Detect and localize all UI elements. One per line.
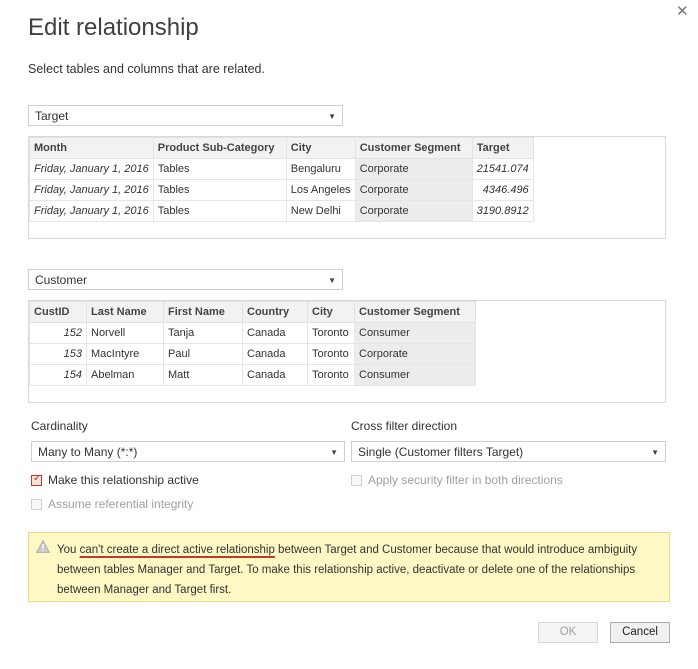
- table-cell: 153: [29, 343, 87, 365]
- column-header[interactable]: Product Sub-Category: [152, 137, 287, 159]
- table-row: Friday, January 1, 2016 Tables Los Angel…: [29, 179, 534, 201]
- table-cell: Corporate: [354, 179, 473, 201]
- table-cell: Friday, January 1, 2016: [29, 200, 154, 222]
- table-row: Friday, January 1, 2016 Tables New Delhi…: [29, 200, 534, 222]
- column-header[interactable]: Customer Segment: [354, 301, 476, 323]
- table1-grid: Month Product Sub-Category City Customer…: [29, 137, 534, 222]
- table-cell: Corporate: [354, 200, 473, 222]
- table-cell: Friday, January 1, 2016: [29, 179, 154, 201]
- table-cell: Canada: [242, 322, 308, 344]
- table-row: 152 Norvell Tanja Canada Toronto Consume…: [29, 322, 476, 344]
- warning-banner: You can't create a direct active relatio…: [28, 532, 670, 602]
- table-cell: 21541.074: [471, 158, 534, 180]
- chevron-down-icon: ▼: [328, 112, 336, 121]
- table-cell: Matt: [163, 364, 243, 386]
- table1-selected-value: Target: [35, 109, 69, 123]
- table-cell: Bengaluru: [285, 158, 356, 180]
- table-cell: Consumer: [354, 364, 476, 386]
- table-cell: Toronto: [307, 364, 355, 386]
- table-cell: 154: [29, 364, 87, 386]
- column-header[interactable]: Customer Segment: [354, 137, 473, 159]
- cardinality-dropdown[interactable]: Many to Many (*:*) ▼: [31, 441, 345, 462]
- column-header[interactable]: Country: [242, 301, 308, 323]
- table-cell: Abelman: [86, 364, 164, 386]
- table-cell: 4346.496: [471, 179, 534, 201]
- table2-grid: CustID Last Name First Name Country City…: [29, 301, 476, 386]
- warning-text: You can't create a direct active relatio…: [57, 540, 662, 600]
- security-filter-checkbox[interactable]: [351, 475, 362, 486]
- chevron-down-icon: ▼: [330, 448, 338, 457]
- table-cell: Friday, January 1, 2016: [29, 158, 154, 180]
- table1-preview: Month Product Sub-Category City Customer…: [28, 136, 666, 239]
- dialog-title: Edit relationship: [28, 14, 199, 41]
- column-header[interactable]: Last Name: [86, 301, 164, 323]
- table-cell: Toronto: [307, 343, 355, 365]
- table-cell: Consumer: [354, 322, 476, 344]
- cross-filter-dropdown[interactable]: Single (Customer filters Target) ▼: [351, 441, 666, 462]
- column-header[interactable]: Month: [29, 137, 154, 159]
- table-cell: Los Angeles: [285, 179, 356, 201]
- make-active-label: Make this relationship active: [48, 473, 199, 487]
- table2-selected-value: Customer: [35, 273, 88, 287]
- table-row: Friday, January 1, 2016 Tables Bengaluru…: [29, 158, 534, 180]
- table-cell: Tanja: [163, 322, 243, 344]
- assume-integrity-checkbox[interactable]: [31, 499, 42, 510]
- table2-preview: CustID Last Name First Name Country City…: [28, 300, 666, 403]
- cardinality-label: Cardinality: [31, 419, 88, 433]
- close-icon[interactable]: ✕: [676, 2, 689, 20]
- column-header[interactable]: First Name: [163, 301, 243, 323]
- chevron-down-icon: ▼: [651, 448, 659, 457]
- table-cell: MacIntyre: [86, 343, 164, 365]
- make-active-checkbox[interactable]: [31, 473, 42, 486]
- table-cell: Tables: [152, 158, 287, 180]
- table-cell: Corporate: [354, 158, 473, 180]
- table-cell: Canada: [242, 364, 308, 386]
- table-cell: New Delhi: [285, 200, 356, 222]
- table-cell: Tables: [152, 200, 287, 222]
- ok-button[interactable]: OK: [538, 622, 598, 643]
- cardinality-value: Many to Many (*:*): [38, 445, 138, 459]
- table-header-row: CustID Last Name First Name Country City…: [29, 301, 476, 323]
- table-cell: 152: [29, 322, 87, 344]
- assume-integrity-label: Assume referential integrity: [48, 497, 194, 511]
- table-cell: Norvell: [86, 322, 164, 344]
- table-row: 153 MacIntyre Paul Canada Toronto Corpor…: [29, 343, 476, 365]
- table-cell: Toronto: [307, 322, 355, 344]
- table-cell: Corporate: [354, 343, 476, 365]
- table-row: 154 Abelman Matt Canada Toronto Consumer: [29, 364, 476, 386]
- chevron-down-icon: ▼: [328, 276, 336, 285]
- warning-prefix: You: [57, 544, 80, 556]
- column-header[interactable]: Target: [471, 137, 534, 159]
- dialog-subtitle: Select tables and columns that are relat…: [28, 62, 265, 76]
- table1-dropdown[interactable]: Target ▼: [28, 105, 343, 126]
- table2-dropdown[interactable]: Customer ▼: [28, 269, 343, 290]
- table-cell: 3190.8912: [471, 200, 534, 222]
- security-filter-label: Apply security filter in both directions: [368, 473, 563, 487]
- warning-highlight: can't create a direct active relationshi…: [79, 544, 275, 556]
- table-cell: Tables: [152, 179, 287, 201]
- cancel-button[interactable]: Cancel: [610, 622, 670, 643]
- table-cell: Canada: [242, 343, 308, 365]
- table-cell: Paul: [163, 343, 243, 365]
- warning-icon: [36, 540, 50, 553]
- cross-filter-label: Cross filter direction: [351, 419, 458, 433]
- column-header[interactable]: CustID: [29, 301, 87, 323]
- cross-filter-value: Single (Customer filters Target): [358, 445, 524, 459]
- column-header[interactable]: City: [307, 301, 355, 323]
- column-header[interactable]: City: [285, 137, 356, 159]
- table-header-row: Month Product Sub-Category City Customer…: [29, 137, 534, 159]
